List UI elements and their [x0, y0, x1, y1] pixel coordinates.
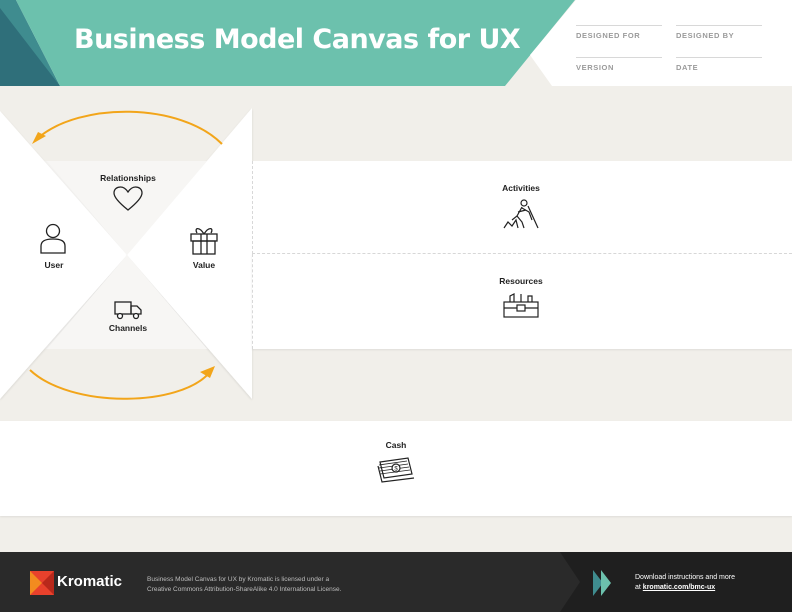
truck-icon: [114, 301, 142, 320]
page-title: Business Model Canvas for UX: [74, 24, 521, 55]
version-line: [576, 57, 662, 58]
resources-label: Resources: [499, 276, 543, 286]
header: Business Model Canvas for UX DESIGNED FO…: [0, 0, 792, 86]
cash-label: Cash: [385, 440, 407, 450]
money-stack-icon: $: [377, 457, 415, 483]
relationships-label: Relationships: [100, 173, 156, 183]
value-label: Value: [192, 260, 216, 270]
designed-by-line: [676, 25, 762, 26]
license-line-1: Business Model Canvas for UX by Kromatic…: [147, 576, 330, 583]
toolbox-icon: [503, 293, 539, 318]
meta-panel: DESIGNED FOR DESIGNED BY VERSION DATE: [530, 0, 792, 86]
license-line-2: Creative Commons Attribution-ShareAlike …: [147, 586, 342, 593]
activities-label: Activities: [502, 183, 540, 193]
channels-label: Channels: [108, 323, 148, 333]
footer: Kromatic Business Model Canvas for UX by…: [0, 552, 792, 612]
gift-icon: [190, 227, 218, 255]
person-icon: [40, 223, 66, 254]
kromatic-logo-icon: [30, 571, 54, 595]
download-prefix: at: [635, 584, 643, 591]
designed-by-field[interactable]: DESIGNED BY: [676, 31, 734, 40]
user-label: User: [44, 260, 64, 270]
brand-name: Kromatic: [57, 573, 123, 590]
download-line-1: Download instructions and more: [635, 574, 735, 581]
date-line: [676, 57, 762, 58]
date-field[interactable]: DATE: [676, 63, 698, 72]
digging-worker-icon: [503, 199, 539, 229]
version-field[interactable]: VERSION: [576, 63, 614, 72]
download-link[interactable]: kromatic.com/bmc-ux: [643, 584, 715, 591]
meta-panel-bg: [530, 0, 792, 86]
heart-icon: [113, 186, 143, 211]
user-section: [0, 111, 127, 399]
designed-for-line: [576, 25, 662, 26]
license-text: Business Model Canvas for UX by Kromatic…: [147, 575, 341, 595]
download-line-2: at kromatic.com/bmc-ux: [635, 583, 735, 593]
download-text: Download instructions and more at kromat…: [635, 573, 735, 593]
forward-arrows-icon: [593, 570, 611, 596]
designed-for-field[interactable]: DESIGNED FOR: [576, 31, 640, 40]
